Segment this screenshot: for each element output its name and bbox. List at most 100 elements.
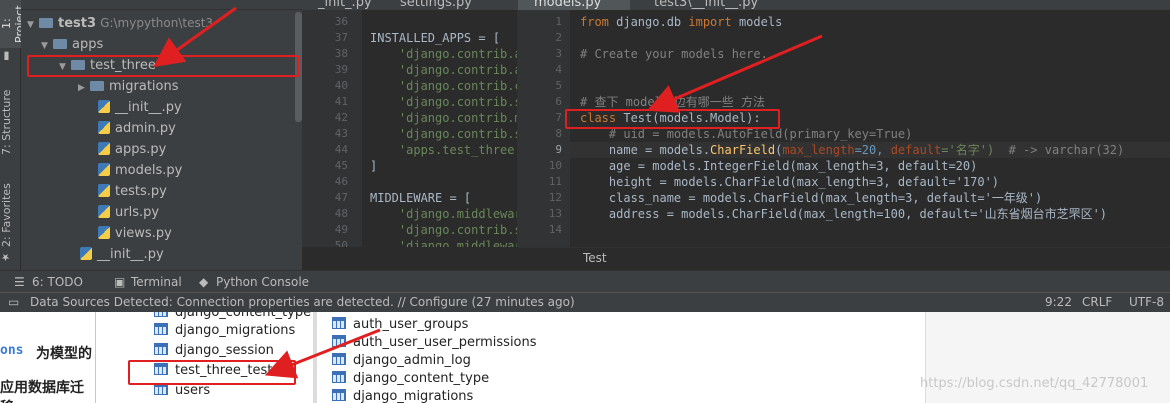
settings-editor[interactable]: 36 37 INSTALLED_APPS = [38 'django.contrib… [302,10,518,247]
line-number: 3 [555,47,562,60]
terminal-icon: ▣ [114,275,126,289]
folder-icon [90,81,104,91]
code-line: 'django.contrib.a [370,47,518,61]
project-panel: ▼ test3 G:\mypython\test3 ▼ apps ▼ test_thr… [21,0,302,270]
line-number: 6 [555,95,562,108]
tree-item-models-py[interactable]: models.py [21,160,302,181]
tree-item-apps-init-py[interactable]: __init__.py [21,244,302,265]
favorites-tool-tab[interactable]: 2: Favorites [0,180,21,250]
tab-init-py[interactable]: _init_.py [302,0,372,10]
code-line: 'django.middlewar [370,207,518,221]
python-file-icon [98,100,110,113]
line-number: 47 [334,191,348,204]
code-line-9: name = models.CharField(max_length=20, d… [580,143,1125,157]
table-icon [332,389,346,401]
code-line: 'django.contrib.s [370,223,518,237]
line-number: 2 [555,31,562,44]
tree-item-test3[interactable]: ▼ test3 G:\mypython\test3 [21,13,302,34]
tree-item-migrations[interactable]: ▶ migrations [21,76,302,97]
breadcrumb-item-test[interactable]: Test [583,251,607,265]
status-layout-icon[interactable]: ▭ [8,295,19,309]
tree-item-label: __init__.py [97,247,164,262]
code-line: 'django.contrib.m [370,111,518,125]
tree-item-tests-py[interactable]: tests.py [21,181,302,202]
table-item[interactable]: auth_user_user_permissions [332,334,537,352]
project-tool-tab[interactable]: 1: Project [0,0,26,48]
table-item[interactable]: django_migrations [154,322,295,340]
line-number: 37 [334,31,348,44]
tree-item-label: views.py [115,226,172,241]
line-number: 49 [334,223,348,236]
tree-item-apps-py[interactable]: apps.py [21,139,302,160]
list-icon: ☰ [14,275,25,289]
table-icon [154,343,168,355]
table-item[interactable]: django_content_type [154,312,311,322]
table-item[interactable]: django_session [154,342,274,360]
table-icon [154,323,168,335]
code-line-12: class_name = models.CharField(max_length… [580,191,1043,205]
article-text-2: 应用数据库迁移 [0,380,84,403]
terminal-tool-button[interactable]: Terminal [131,275,182,289]
tree-item-label: migrations [109,79,179,94]
todo-tool-button[interactable]: 6: TODO [32,275,83,289]
code-line: 'django.contrib.c [370,79,518,93]
python-file-icon [80,247,92,260]
chevron-right-icon: ▶ [78,83,85,93]
chevron-down-icon: ▼ [41,41,48,51]
tree-item-label: admin.py [115,121,176,136]
project-path: G:\mypython\test3 [100,16,214,30]
status-message[interactable]: Data Sources Detected: Connection proper… [30,295,575,309]
code-line: 'apps.test_three' [370,143,518,157]
code-line-6: # 查下 model中边有哪一些 方法 [580,95,766,109]
lower-screenshot-area: ons 为模型的 应用数据库迁移 django_content_type dja… [0,312,1170,403]
line-number: 14 [548,223,562,236]
table-item[interactable]: django_admin_log [332,352,471,370]
table-icon [154,312,168,317]
annotation-box-table [128,360,296,385]
line-number: 48 [334,207,348,220]
tree-item-label: tests.py [115,184,167,199]
table-item[interactable]: django_migrations [332,388,473,403]
tool-window-strip: 1: Project ▮ 7: Structure 2: Favorites ★ [0,0,26,270]
database-table-list-left: django_content_type django_migrations dj… [95,312,313,403]
python-file-icon [98,142,110,155]
article-text: ons 为模型的 应用数据库迁移 [0,312,95,403]
line-separator[interactable]: CRLF [1082,295,1112,309]
folder-icon [53,39,67,49]
tree-item-urls-py[interactable]: urls.py [21,202,302,223]
table-item[interactable]: auth_user_groups [332,316,468,334]
tree-item-label: models.py [115,163,183,178]
file-encoding[interactable]: UTF-8 [1129,295,1164,309]
code-line: INSTALLED_APPS = [ [370,31,501,45]
annotation-box-test-three [27,55,299,77]
article-text-1: 为模型的 [36,346,92,362]
line-number: 7 [555,111,562,124]
tree-item-label: apps.py [115,142,167,157]
tree-item-views-py[interactable]: views.py [21,223,302,244]
python-console-tool-button[interactable]: Python Console [216,275,309,289]
line-number: 44 [334,143,348,156]
table-item[interactable]: django_content_type [332,370,489,388]
breadcrumb[interactable]: Test [518,247,1170,270]
line-number: 4 [555,63,562,76]
tree-item-admin-py[interactable]: admin.py [21,118,302,139]
code-line: 'django.middlewar [370,239,518,247]
tree-item-apps[interactable]: ▼ apps [21,34,302,55]
tree-item-init-py[interactable]: __init__.py [21,97,302,118]
table-icon [332,353,346,365]
tab-models-py[interactable]: models.py [518,0,630,10]
tab-settings-py[interactable]: settings.py [384,0,472,10]
tab-test3-init-py[interactable]: test3\__init__.py [638,0,758,10]
code-line: ] [370,159,378,173]
chevron-down-icon: ▼ [27,20,34,30]
folder-icon: ▮ [0,50,13,64]
structure-tool-tab[interactable]: 7: Structure [0,85,21,160]
table-icon [332,371,346,383]
caret-position[interactable]: 9:22 [1045,295,1072,309]
line-number: 38 [334,47,348,60]
annotation-box-class-test [565,109,780,129]
line-number: 10 [548,159,562,172]
line-number: 41 [334,95,348,108]
line-number: 12 [548,191,562,204]
line-number: 39 [334,63,348,76]
